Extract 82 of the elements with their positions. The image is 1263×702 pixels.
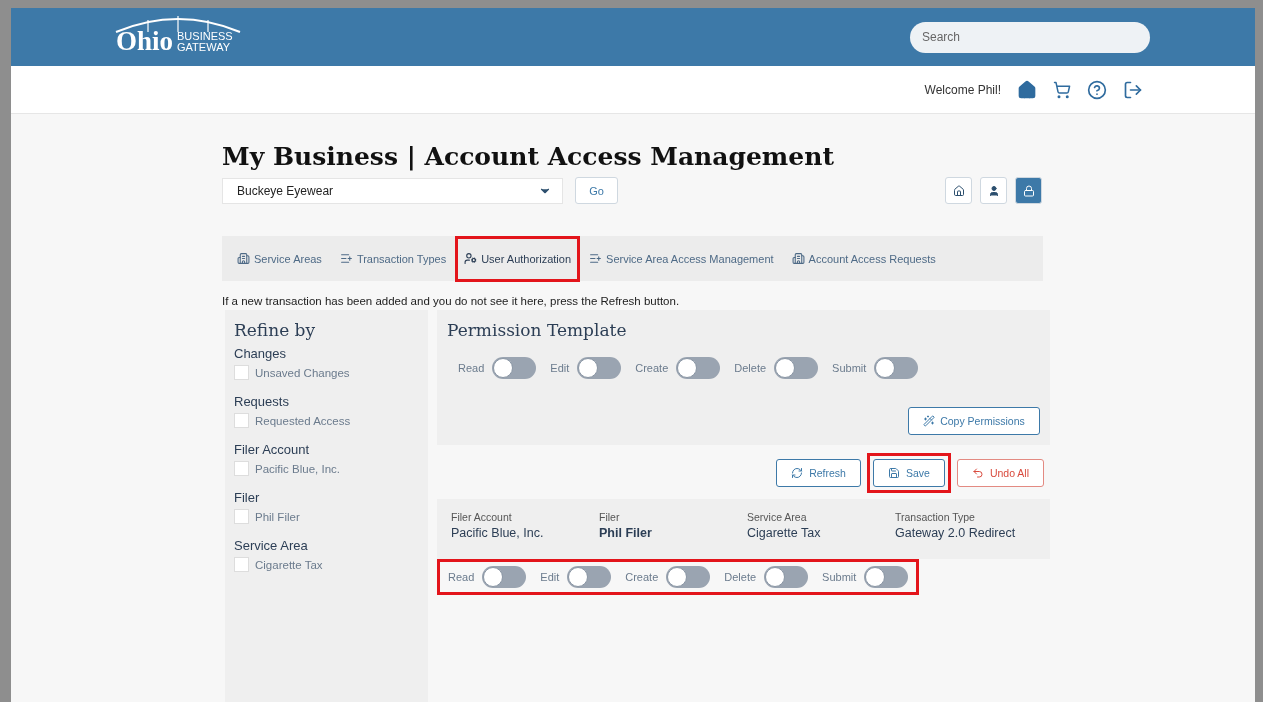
logo-text: BUSINESS — [177, 30, 233, 42]
toggle-label: Delete — [734, 362, 767, 374]
action-button[interactable]: Undo All — [956, 459, 1044, 487]
filter-heading: Requests — [234, 394, 290, 409]
field-value: Phil Filer — [599, 526, 653, 540]
toggle-label: Create — [635, 362, 669, 374]
checkbox[interactable] — [234, 509, 249, 524]
welcome-text: Welcome Phil! — [924, 82, 1001, 97]
home-icon[interactable] — [1017, 79, 1037, 100]
field-value: Cigarette Tax — [747, 526, 822, 540]
cart-icon[interactable] — [1053, 80, 1071, 99]
field-label: Service Area — [747, 511, 808, 523]
toggle-label: Edit — [550, 362, 570, 374]
filter-heading: Filer Account — [234, 442, 311, 457]
filter-option: Phil Filer — [255, 510, 300, 523]
toggle-switch[interactable] — [864, 566, 909, 588]
field-label: Filer Account — [451, 511, 513, 523]
undo-icon — [971, 467, 984, 479]
lock-icon — [1022, 184, 1035, 197]
checkbox[interactable] — [234, 413, 249, 428]
checkbox[interactable] — [234, 365, 249, 380]
filter-option: Pacific Blue, Inc. — [255, 462, 340, 475]
toggle-switch[interactable] — [764, 566, 809, 588]
field-value: Pacific Blue, Inc. — [451, 526, 545, 540]
building-icon — [791, 252, 805, 265]
help-icon[interactable] — [1087, 79, 1107, 100]
toggle-label: Create — [625, 571, 659, 583]
page-title: My Business | Account Access Management — [222, 142, 835, 171]
action-button[interactable]: Refresh — [776, 459, 861, 487]
copy-permissions-button[interactable]: Copy Permissions — [908, 407, 1040, 435]
field-label: Filer — [599, 511, 621, 523]
filter-option: Unsaved Changes — [255, 366, 350, 379]
field-value: Gateway 2.0 Redirect — [895, 526, 1017, 540]
refresh-icon — [791, 467, 804, 479]
toggle-label: Read — [448, 571, 475, 583]
tab[interactable]: Account Access Requests — [782, 243, 945, 274]
logo-text: GATEWAY — [177, 41, 231, 53]
toggle-switch[interactable] — [577, 357, 622, 379]
toggle-switch[interactable] — [666, 566, 711, 588]
toggle-label: Read — [458, 362, 485, 374]
toggle-switch[interactable] — [482, 566, 527, 588]
go-button[interactable]: Go — [575, 177, 618, 204]
filter-option: Requested Access — [255, 414, 351, 427]
building-icon — [237, 252, 250, 265]
field-label: Transaction Type — [895, 511, 976, 523]
toggle-label: Edit — [540, 571, 560, 583]
tab[interactable]: User Authorization — [455, 235, 581, 282]
toggle-label: Submit — [822, 571, 857, 583]
view-button[interactable] — [1015, 177, 1042, 204]
sidebar-title: Refine by — [234, 320, 317, 340]
user-icon — [987, 184, 1000, 197]
toggle-switch[interactable] — [492, 357, 537, 379]
tab[interactable]: Service Areas — [228, 243, 331, 274]
home-icon — [952, 184, 965, 197]
view-button[interactable] — [980, 177, 1007, 204]
business-select[interactable]: Buckeye Eyewear — [222, 177, 563, 204]
list-icon — [589, 252, 603, 265]
panel-title: Permission Template — [447, 320, 628, 340]
user-icon — [464, 252, 478, 265]
tab[interactable]: Transaction Types — [330, 243, 456, 274]
toggle-label: Delete — [724, 571, 757, 583]
toggle-switch[interactable] — [874, 357, 919, 379]
list-icon — [339, 252, 353, 265]
filter-heading: Service Area — [234, 538, 309, 553]
filter-option: Cigarette Tax — [255, 558, 323, 571]
toggle-switch[interactable] — [676, 357, 721, 379]
search-field[interactable]: Search — [910, 21, 1150, 53]
logout-icon[interactable] — [1123, 79, 1143, 100]
action-button[interactable]: Save — [872, 459, 945, 487]
toggle-label: Submit — [832, 362, 867, 374]
tab[interactable]: Service Area Access Management — [580, 243, 783, 274]
checkbox[interactable] — [234, 557, 249, 572]
toggle-switch[interactable] — [567, 566, 612, 588]
wand-icon — [923, 415, 936, 427]
toggle-switch[interactable] — [774, 357, 819, 379]
view-button[interactable] — [945, 177, 972, 204]
logo-text: Ohio — [116, 27, 174, 55]
checkbox[interactable] — [234, 461, 249, 476]
info-text: If a new transaction has been added and you do not see it here, press the Refresh button. — [222, 295, 681, 307]
filter-heading: Changes — [234, 346, 288, 361]
save-icon — [887, 467, 900, 479]
filter-heading: Filer — [234, 490, 261, 505]
